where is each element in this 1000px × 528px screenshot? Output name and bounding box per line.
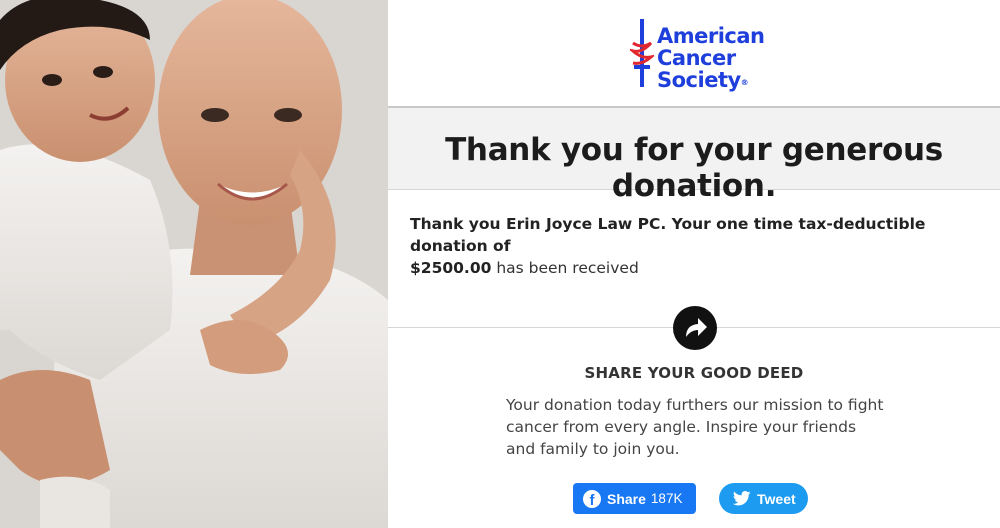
sword-icon [630, 19, 654, 87]
share-arrow-icon [673, 306, 717, 350]
facebook-share-count: 187K [650, 491, 683, 506]
donation-message-bold: Thank you Erin Joyce Law PC. Your one ti… [410, 215, 926, 255]
share-description: Your donation today furthers our mission… [506, 396, 884, 458]
confirmation-panel: American Cancer Society® Thank you for y… [388, 0, 1000, 528]
share-heading: SHARE YOUR GOOD DEED [584, 364, 804, 382]
page-title: Thank you for your generous donation. [445, 132, 943, 204]
tweet-label: Tweet [757, 490, 796, 507]
logo-wordmark: American Cancer Society® [657, 25, 765, 91]
thank-you-banner: Thank you for your generous donation. [388, 108, 1000, 204]
registered-mark: ® [740, 78, 749, 87]
logo-line-2: Cancer [657, 46, 736, 70]
tweet-button[interactable]: Tweet [719, 483, 808, 514]
donation-message-suffix: has been received [491, 259, 639, 277]
donation-amount: $2500.00 [410, 259, 492, 277]
hero-photo [0, 0, 388, 528]
header-bar: American Cancer Society® [388, 0, 1000, 106]
facebook-share-label: Share [607, 490, 646, 507]
twitter-bird-icon [733, 491, 751, 506]
american-cancer-society-logo[interactable]: American Cancer Society® [630, 17, 770, 91]
facebook-share-button[interactable]: f Share 187K [573, 483, 696, 514]
logo-line-1: American [657, 24, 765, 48]
hero-photo-illustration [0, 0, 388, 528]
logo-line-3: Society [657, 68, 741, 92]
donation-confirmation-message: Thank you Erin Joyce Law PC. Your one ti… [410, 213, 985, 279]
facebook-icon: f [583, 489, 601, 508]
